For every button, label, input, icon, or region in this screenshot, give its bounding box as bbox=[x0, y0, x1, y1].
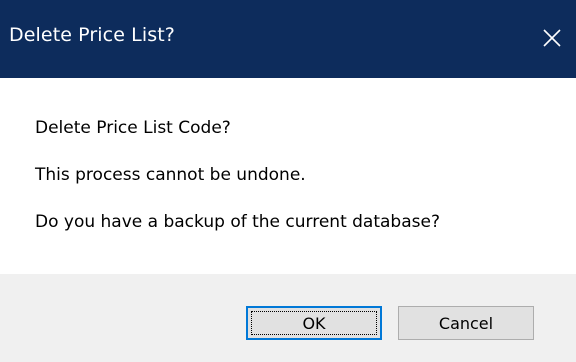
message-line-1: Delete Price List Code? bbox=[35, 118, 231, 138]
button-bar: OK Cancel bbox=[0, 274, 576, 362]
dialog-title: Delete Price List? bbox=[9, 24, 175, 46]
message-area: Delete Price List Code? This process can… bbox=[0, 78, 576, 274]
delete-price-list-dialog: Delete Price List? Delete Price List Cod… bbox=[0, 0, 576, 362]
cancel-button-label: Cancel bbox=[438, 313, 494, 333]
focus-indicator bbox=[251, 311, 377, 335]
cancel-button[interactable]: Cancel bbox=[398, 306, 534, 340]
close-icon bbox=[543, 29, 561, 47]
message-line-2: This process cannot be undone. bbox=[35, 165, 306, 185]
message-line-3: Do you have a backup of the current data… bbox=[35, 212, 440, 232]
title-bar: Delete Price List? bbox=[0, 0, 576, 78]
ok-button[interactable]: OK bbox=[246, 306, 382, 340]
close-button[interactable] bbox=[528, 12, 576, 64]
